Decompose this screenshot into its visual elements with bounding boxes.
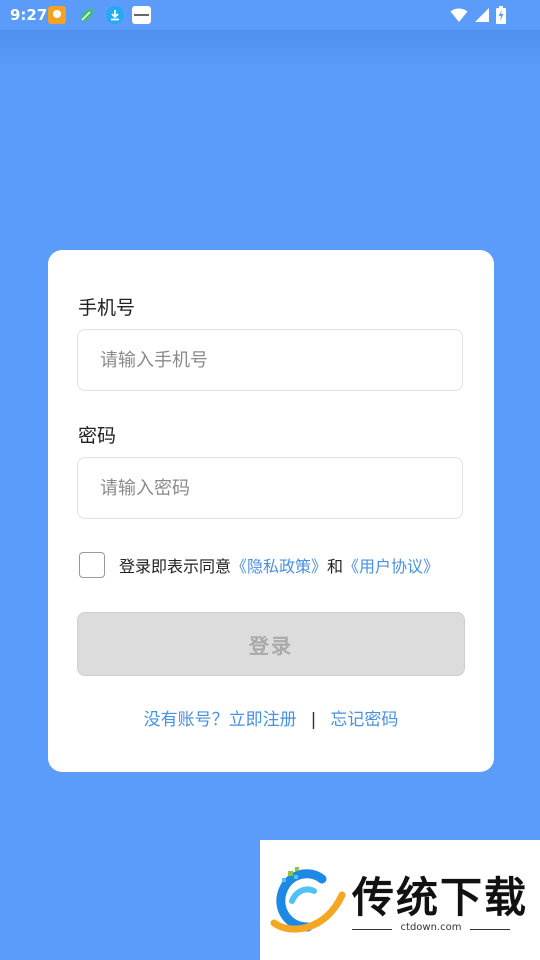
phone-input[interactable] [78,330,462,390]
password-label: 密码 [78,425,117,447]
watermark-site: ctdown.com [400,922,462,933]
password-field[interactable] [77,457,463,519]
wifi-icon [450,8,468,22]
signal-icon [475,8,489,22]
bottom-links: 没有账号？立即注册 | 忘记密码 [48,705,494,730]
phone-field[interactable] [77,329,463,391]
watermark-title: 传统下载 [352,873,529,922]
app-icon [132,6,151,24]
battery-charging-icon [496,6,506,24]
agreement-row: 登录即表示同意《隐私政策》和《用户协议》 [78,550,439,580]
agree-prefix: 登录即表示同意 [119,557,232,576]
link-separator: | [310,710,317,730]
status-time: 9:27 [10,6,48,24]
forgot-password-link[interactable]: 忘记密码 [330,710,398,730]
download-icon [106,6,124,24]
watermark-banner: 传统下载 ctdown.com [260,840,540,960]
login-button[interactable]: 登录 [77,612,465,676]
ctdown-logo-icon [270,867,346,933]
status-right [450,6,506,24]
agreement-text: 登录即表示同意《隐私政策》和《用户协议》 [119,553,439,577]
watermark-rule-right [470,929,510,930]
user-agreement-link[interactable]: 《用户协议》 [343,557,439,576]
privacy-policy-link[interactable]: 《隐私政策》 [231,557,327,576]
agree-checkbox[interactable] [79,552,105,578]
status-bar: 9:27 [0,0,540,30]
register-link[interactable]: 没有账号？立即注册 [144,710,297,730]
login-card: 手机号 密码 登录即表示同意《隐私政策》和《用户协议》 登录 没有账号？立即注册… [48,250,494,772]
phone-label: 手机号 [78,297,136,319]
password-input[interactable] [78,458,462,518]
app-notification-icon [48,6,66,24]
agree-and: 和 [327,557,344,576]
leaf-app-icon [78,6,96,24]
header-shade [0,30,540,70]
